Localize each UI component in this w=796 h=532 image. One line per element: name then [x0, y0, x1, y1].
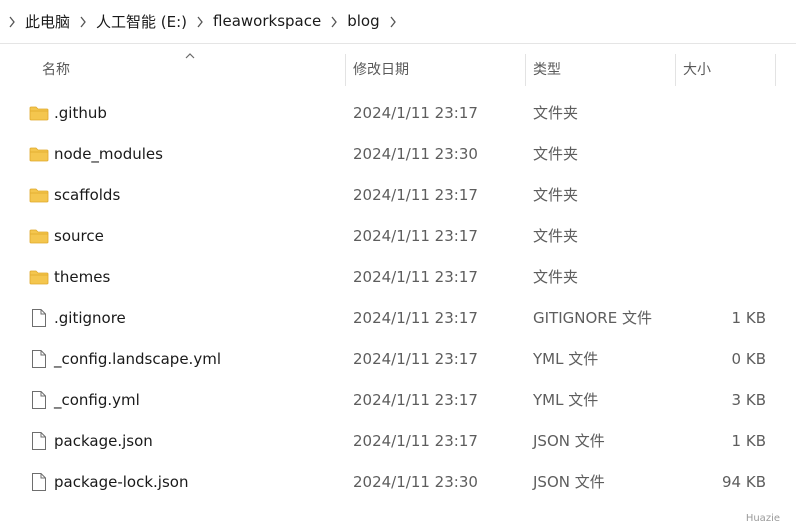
- modified-date: 2024/1/11 23:17: [353, 308, 478, 327]
- file-name: source: [54, 226, 104, 245]
- breadcrumb: 此电脑 人工智能 (E:) fleaworkspace blog: [0, 0, 796, 42]
- breadcrumb-item-drive-e[interactable]: 人工智能 (E:): [94, 11, 189, 32]
- column-header-name[interactable]: 名称: [42, 50, 70, 88]
- file-size: 1 KB: [731, 431, 766, 450]
- file-type: 文件夹: [533, 227, 579, 245]
- file-name: package.json: [54, 431, 153, 450]
- divider: [0, 43, 796, 44]
- column-resize-handle[interactable]: [525, 54, 526, 86]
- file-icon: [28, 379, 50, 420]
- modified-date: 2024/1/11 23:17: [353, 431, 478, 450]
- file-name: .gitignore: [54, 308, 126, 327]
- file-size: 94 KB: [722, 472, 766, 491]
- chevron-right-icon[interactable]: [323, 12, 345, 30]
- sort-ascending-icon: [185, 53, 195, 59]
- modified-date: 2024/1/11 23:17: [353, 185, 478, 204]
- folder-icon: [28, 133, 50, 174]
- file-name: _config.yml: [54, 390, 140, 409]
- breadcrumb-item-blog[interactable]: blog: [345, 12, 381, 30]
- watermark: Huazie: [745, 513, 780, 524]
- modified-date: 2024/1/11 23:30: [353, 144, 478, 163]
- file-type: 文件夹: [533, 268, 579, 286]
- column-resize-handle[interactable]: [345, 54, 346, 86]
- modified-date: 2024/1/11 23:17: [353, 267, 478, 286]
- file-icon: [28, 420, 50, 461]
- breadcrumb-item-fleaworkspace[interactable]: fleaworkspace: [211, 12, 323, 30]
- file-type: YML 文件: [533, 350, 599, 368]
- file-type: GITIGNORE 文件: [533, 309, 652, 327]
- file-type: 文件夹: [533, 104, 579, 122]
- column-header-size[interactable]: 大小: [683, 50, 711, 88]
- modified-date: 2024/1/11 23:30: [353, 472, 478, 491]
- chevron-right-icon[interactable]: [1, 12, 23, 30]
- list-item[interactable]: node_modules 2024/1/11 23:30 文件夹: [0, 133, 796, 174]
- breadcrumb-item-this-pc[interactable]: 此电脑: [23, 11, 72, 32]
- modified-date: 2024/1/11 23:17: [353, 390, 478, 409]
- list-item[interactable]: _config.landscape.yml 2024/1/11 23:17 YM…: [0, 338, 796, 379]
- file-size: 1 KB: [731, 308, 766, 327]
- folder-icon: [28, 215, 50, 256]
- list-item[interactable]: .gitignore 2024/1/11 23:17 GITIGNORE 文件 …: [0, 297, 796, 338]
- file-name: package-lock.json: [54, 472, 189, 491]
- chevron-right-icon[interactable]: [189, 12, 211, 30]
- file-icon: [28, 297, 50, 338]
- file-size: 0 KB: [731, 349, 766, 368]
- list-item[interactable]: themes 2024/1/11 23:17 文件夹: [0, 256, 796, 297]
- file-name: _config.landscape.yml: [54, 349, 221, 368]
- file-name: scaffolds: [54, 185, 121, 204]
- file-type: 文件夹: [533, 186, 579, 204]
- file-icon: [28, 461, 50, 502]
- list-item[interactable]: scaffolds 2024/1/11 23:17 文件夹: [0, 174, 796, 215]
- column-header-date[interactable]: 修改日期: [353, 50, 409, 88]
- modified-date: 2024/1/11 23:17: [353, 103, 478, 122]
- folder-icon: [28, 174, 50, 215]
- file-name: themes: [54, 267, 111, 286]
- modified-date: 2024/1/11 23:17: [353, 349, 478, 368]
- list-item[interactable]: source 2024/1/11 23:17 文件夹: [0, 215, 796, 256]
- file-icon: [28, 338, 50, 379]
- column-resize-handle[interactable]: [775, 54, 776, 86]
- file-name: node_modules: [54, 144, 163, 163]
- list-item[interactable]: package-lock.json 2024/1/11 23:30 JSON 文…: [0, 461, 796, 502]
- folder-icon: [28, 256, 50, 297]
- modified-date: 2024/1/11 23:17: [353, 226, 478, 245]
- file-type: JSON 文件: [533, 473, 605, 491]
- file-type: JSON 文件: [533, 432, 605, 450]
- column-header-row: 名称 修改日期 类型 大小: [0, 50, 796, 88]
- file-size: 3 KB: [731, 390, 766, 409]
- list-item[interactable]: _config.yml 2024/1/11 23:17 YML 文件 3 KB: [0, 379, 796, 420]
- column-header-type[interactable]: 类型: [533, 50, 561, 88]
- file-name: .github: [54, 103, 107, 122]
- folder-icon: [28, 92, 50, 133]
- file-type: 文件夹: [533, 145, 579, 163]
- list-item[interactable]: package.json 2024/1/11 23:17 JSON 文件 1 K…: [0, 420, 796, 461]
- column-resize-handle[interactable]: [675, 54, 676, 86]
- list-item[interactable]: .github 2024/1/11 23:17 文件夹: [0, 92, 796, 133]
- chevron-right-icon[interactable]: [72, 12, 94, 30]
- chevron-right-icon[interactable]: [382, 12, 404, 30]
- file-type: YML 文件: [533, 391, 599, 409]
